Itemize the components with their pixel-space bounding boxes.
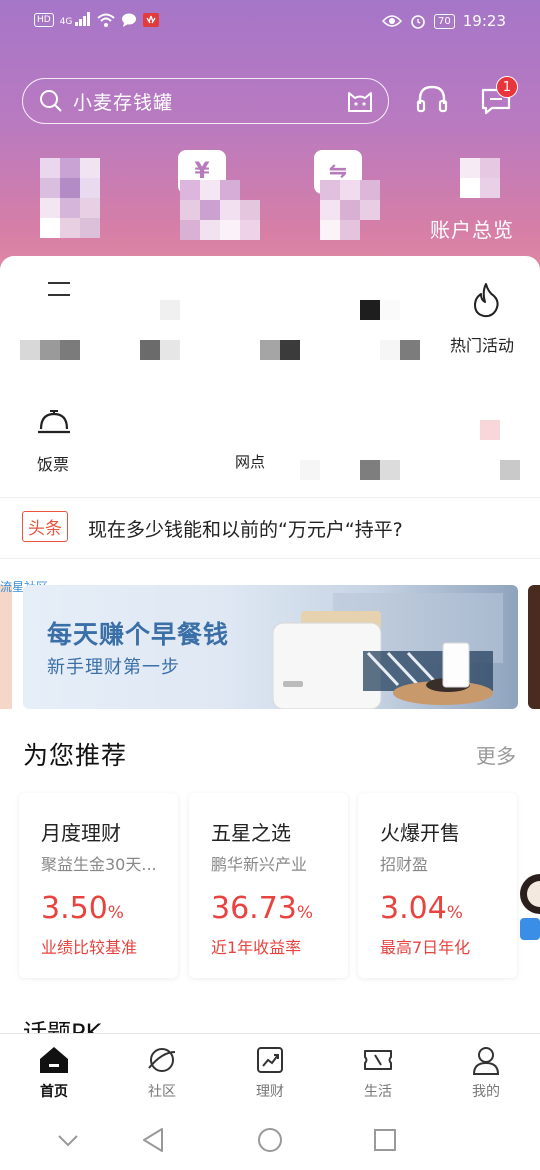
promo-banner[interactable]: 每天赚个早餐钱 新手理财第一步 [23, 585, 518, 709]
product-card-rate-note: 业绩比较基准 [41, 938, 138, 957]
recommend-more-link[interactable]: 更多 [476, 740, 516, 769]
status-bar: HD 4G 70 19:23 [0, 0, 540, 44]
tab-label: 生活 [364, 1084, 392, 1100]
planet-icon [148, 1048, 176, 1072]
tab-mine[interactable]: 我的 [432, 1034, 540, 1107]
product-card[interactable]: 五星之选 鹏华新兴产业 36.73% 近1年收益率 [189, 793, 348, 978]
product-card-title: 月度理财 [41, 821, 121, 845]
product-card-title: 火爆开售 [380, 821, 460, 845]
grid-item-1-fragment [48, 282, 70, 296]
eye-icon [382, 15, 403, 27]
product-card-name: 招财盈 [380, 855, 429, 874]
tab-community[interactable]: 社区 [108, 1034, 216, 1107]
product-card-name: 聚益生金30天... [41, 855, 157, 874]
recents-icon[interactable] [371, 1126, 399, 1154]
hd-indicator: HD [34, 12, 54, 27]
hero-item-1-blurred[interactable] [40, 158, 100, 238]
grid-item-2-blurred[interactable] [140, 300, 200, 360]
banner-prev-edge[interactable] [0, 585, 12, 709]
account-overview-label[interactable]: 账户总览 [430, 214, 514, 243]
grid-item-4-blurred[interactable] [380, 340, 420, 360]
alarm-icon [411, 15, 425, 29]
hot-activity-label[interactable]: 热门活动 [450, 332, 514, 356]
clock: 19:23 [462, 12, 506, 30]
search-bar[interactable]: 小麦存钱罐 [22, 78, 389, 124]
home-circle-icon[interactable] [256, 1126, 284, 1154]
topic-pk-title: 话题PK [23, 1019, 102, 1033]
home-icon [40, 1047, 68, 1073]
floating-ad-icon[interactable] [520, 862, 540, 942]
search-placeholder: 小麦存钱罐 [73, 91, 174, 114]
product-card-rate: 3.04% [380, 891, 463, 926]
wifi-icon [97, 13, 115, 27]
headline-tag: 头条 [22, 511, 68, 542]
product-card-rate: 3.50% [41, 891, 124, 926]
chart-up-icon [257, 1047, 283, 1073]
grid-item-3-top-blurred [360, 300, 400, 320]
product-card[interactable]: 月度理财 聚益生金30天... 3.50% 业绩比较基准 [19, 793, 178, 978]
headline-text[interactable]: 现在多少钱能和以前的“万元户“持平? [88, 515, 403, 542]
product-card-rate-note: 近1年收益率 [211, 938, 302, 957]
system-navigation-bar [0, 1106, 540, 1170]
service-bell-icon [38, 410, 70, 434]
message-badge: 1 [496, 76, 518, 98]
tab-label: 社区 [148, 1084, 176, 1100]
battery-indicator: 70 [434, 13, 455, 29]
banner-subtitle: 新手理财第一步 [47, 657, 180, 678]
tab-wealth[interactable]: 理财 [216, 1034, 324, 1107]
outlet-label-partial[interactable]: 网点 [235, 451, 265, 472]
chat-bubble-icon [122, 13, 137, 27]
headset-icon[interactable] [414, 82, 450, 118]
hero-item-2-blurred[interactable] [180, 180, 260, 240]
product-card-name: 鹏华新兴产业 [211, 855, 308, 874]
tab-label: 我的 [472, 1084, 500, 1100]
back-icon[interactable] [140, 1126, 168, 1154]
product-card-rate: 36.73% [211, 891, 314, 926]
chevron-down-icon[interactable] [54, 1126, 82, 1154]
signal-icon: 4G [60, 12, 92, 27]
grid-item-1-blurred[interactable] [20, 340, 80, 360]
hero-item-4-blurred[interactable] [460, 158, 500, 198]
banner-title: 每天赚个早餐钱 [47, 620, 230, 649]
tab-label: 理财 [256, 1084, 284, 1100]
product-card-rate-note: 最高7日年化 [380, 938, 471, 957]
product-card-title: 五星之选 [211, 821, 291, 845]
tab-label: 首页 [40, 1084, 68, 1100]
product-card[interactable]: 火爆开售 招财盈 3.04% 最高7日年化 [358, 793, 517, 978]
search-icon [40, 90, 62, 112]
toaster-illustration [273, 593, 503, 709]
bottom-tab-bar: 首页 社区 理财 生活 我的 [0, 1033, 540, 1106]
banner-next-edge[interactable] [528, 585, 540, 709]
tab-home[interactable]: 首页 [0, 1034, 108, 1107]
huawei-icon [143, 12, 160, 27]
person-icon [472, 1047, 500, 1075]
quick-grid-card: 热门活动 饭票 网点 [0, 256, 540, 496]
recommend-section-title: 为您推荐 [23, 741, 128, 770]
grid-item-3-blurred[interactable] [260, 300, 320, 360]
grid-item-7-blurred[interactable] [300, 460, 400, 480]
flame-icon [474, 283, 499, 318]
cat-icon[interactable] [346, 87, 374, 115]
meal-ticket-label[interactable]: 饭票 [37, 451, 69, 475]
grid-item-8-blurred[interactable] [480, 420, 520, 480]
tab-life[interactable]: 生活 [324, 1034, 432, 1107]
headline-row[interactable]: 头条 现在多少钱能和以前的“万元户“持平? [0, 497, 540, 559]
hero-item-3-blurred[interactable] [320, 180, 380, 240]
ticket-icon [364, 1050, 392, 1070]
